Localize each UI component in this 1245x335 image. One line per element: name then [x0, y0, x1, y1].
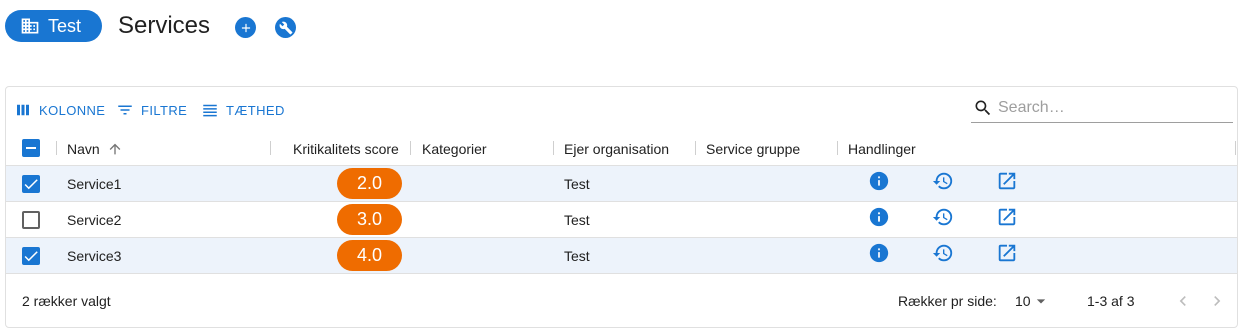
- criticality-score-badge: 3.0: [337, 204, 402, 235]
- density-button-label: TÆTHED: [226, 102, 285, 118]
- history-icon: [932, 208, 953, 226]
- column-separator: [270, 141, 271, 155]
- open-external-button[interactable]: [996, 242, 1018, 264]
- open-external-button[interactable]: [996, 170, 1018, 192]
- owner-organization: Test: [564, 248, 590, 264]
- info-icon: [869, 243, 889, 263]
- rows-per-page-label: Rækker pr side:: [898, 293, 997, 309]
- history-button[interactable]: [932, 170, 954, 192]
- column-separator: [553, 141, 554, 155]
- history-icon: [932, 172, 953, 190]
- open-in-new-icon: [998, 172, 1016, 190]
- column-header-label: Navn: [67, 140, 100, 157]
- chevron-right-icon: [1214, 296, 1221, 306]
- table-row[interactable]: Service2 3.0 Test: [6, 202, 1237, 238]
- table-header: Navn Kritikalitets score Kategorier Ejer…: [6, 131, 1237, 166]
- row-checkbox[interactable]: [22, 211, 40, 229]
- pagination-range: 1-3 af 3: [1087, 293, 1135, 309]
- services-data-grid: KOLONNE FILTRE TÆTHED Navn Kritikalitets…: [5, 86, 1238, 328]
- domain-icon: [21, 18, 39, 34]
- next-page-button[interactable]: [1205, 289, 1229, 313]
- add-service-button[interactable]: [235, 17, 256, 38]
- columns-button-label: KOLONNE: [39, 102, 106, 118]
- history-button[interactable]: [932, 206, 954, 228]
- column-separator: [695, 141, 696, 155]
- column-header-label: Kategorier: [422, 140, 487, 157]
- filters-button-label: FILTRE: [141, 102, 188, 118]
- search-input[interactable]: [998, 98, 1218, 117]
- info-button[interactable]: [868, 206, 890, 228]
- rows-per-page-value: 10: [1015, 293, 1031, 309]
- page-title: Services: [118, 12, 211, 39]
- arrow-upward-icon[interactable]: [107, 141, 123, 157]
- select-all-checkbox[interactable]: [22, 139, 40, 157]
- info-button[interactable]: [868, 170, 890, 192]
- rows-per-page-select[interactable]: 10: [1015, 291, 1051, 311]
- indeterminate-icon: [26, 147, 36, 149]
- column-header-service-gruppe[interactable]: Service gruppe: [706, 131, 800, 166]
- info-button[interactable]: [868, 242, 890, 264]
- column-header-label: Ejer organisation: [564, 140, 670, 157]
- view-column-icon: [17, 104, 29, 116]
- arrow-drop-down-icon: [1036, 299, 1045, 304]
- search-icon: [975, 100, 991, 115]
- column-header-kategorier[interactable]: Kategorier: [422, 131, 487, 166]
- column-header-label: Kritikalitets score: [293, 140, 399, 157]
- organization-chip[interactable]: Test: [5, 10, 102, 42]
- criticality-score-badge: 2.0: [337, 168, 402, 199]
- owner-organization: Test: [564, 176, 590, 192]
- page-header: Test Services: [0, 0, 1245, 60]
- open-in-new-icon: [998, 208, 1016, 226]
- column-header-navn[interactable]: Navn: [67, 131, 123, 166]
- history-button[interactable]: [932, 242, 954, 264]
- column-separator: [56, 141, 57, 155]
- column-header-kritikalitets-score[interactable]: Kritikalitets score: [293, 131, 399, 166]
- filters-button[interactable]: FILTRE: [116, 101, 187, 119]
- info-icon: [869, 207, 889, 227]
- table-row[interactable]: Service1 2.0 Test: [6, 166, 1237, 202]
- owner-organization: Test: [564, 212, 590, 228]
- grid-toolbar: KOLONNE FILTRE TÆTHED: [6, 87, 1237, 131]
- columns-button[interactable]: KOLONNE: [14, 101, 105, 119]
- row-checkbox[interactable]: [22, 247, 40, 265]
- column-header-label: Handlinger: [848, 140, 916, 157]
- service-name: Service2: [67, 212, 122, 228]
- column-header-label: Service gruppe: [706, 140, 801, 157]
- row-checkbox[interactable]: [22, 175, 40, 193]
- previous-page-button[interactable]: [1171, 289, 1195, 313]
- column-separator: [410, 141, 411, 155]
- check-icon: [24, 179, 38, 190]
- open-in-new-icon: [998, 244, 1016, 262]
- column-separator: [837, 141, 838, 155]
- column-header-ejer-organisation[interactable]: Ejer organisation: [564, 131, 669, 166]
- grid-footer: 2 rækker valgt Rækker pr side: 10 1-3 af…: [6, 275, 1237, 327]
- chevron-left-icon: [1179, 296, 1186, 306]
- open-external-button[interactable]: [996, 206, 1018, 228]
- service-name: Service1: [67, 176, 122, 192]
- search-field[interactable]: [971, 93, 1233, 123]
- service-name: Service3: [67, 248, 122, 264]
- settings-button[interactable]: [275, 17, 296, 38]
- table-row[interactable]: Service3 4.0 Test: [6, 238, 1237, 274]
- organization-chip-label: Test: [48, 15, 82, 36]
- density-button[interactable]: TÆTHED: [201, 101, 285, 119]
- filter-list-icon: [118, 105, 132, 115]
- density-icon: [203, 104, 217, 117]
- history-icon: [932, 244, 953, 262]
- info-icon: [869, 171, 889, 191]
- add-icon: [241, 23, 250, 32]
- column-separator: [1235, 141, 1236, 155]
- criticality-score-badge: 4.0: [337, 240, 402, 271]
- selected-rows-count: 2 rækker valgt: [22, 293, 111, 309]
- check-icon: [24, 251, 38, 262]
- column-header-handlinger: Handlinger: [848, 131, 916, 166]
- wrench-icon: [279, 21, 292, 34]
